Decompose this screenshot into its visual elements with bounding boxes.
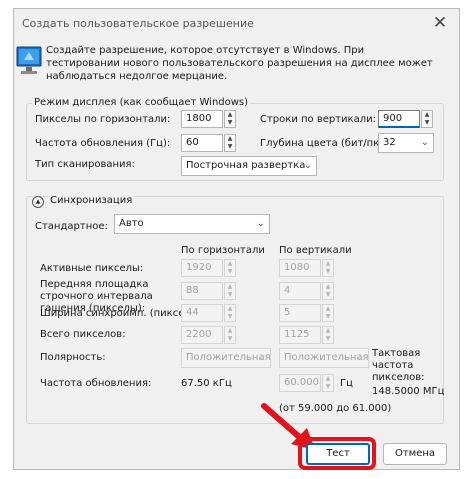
refresh-rate-spinner[interactable]: ▲ ▼	[224, 134, 236, 152]
spin-down-icon[interactable]: ▼	[225, 143, 235, 151]
spin-down-icon[interactable]: ▼	[323, 268, 333, 276]
total-pixels-h-input[interactable]: 2200	[181, 326, 223, 344]
display-mode-group-label: Режим дисплея (как сообщает Windows)	[32, 97, 251, 108]
timing-refresh-label: Частота обновления:	[40, 378, 152, 389]
dialog-description: Создайте разрешение, которое отсутствует…	[46, 45, 433, 82]
sync-width-v-spinner[interactable]: ▲ ▼	[322, 304, 334, 322]
active-pixels-h-spinner[interactable]: ▲ ▼	[224, 259, 236, 277]
vertical-lines-input[interactable]: 900	[378, 110, 420, 128]
active-pixels-label: Активные пикселы:	[40, 263, 144, 274]
horizontal-pixels-input[interactable]: 1800	[181, 110, 223, 128]
front-porch-v-spinner[interactable]: ▲ ▼	[322, 282, 334, 300]
spin-down-icon[interactable]: ▼	[225, 291, 235, 299]
spin-up-icon[interactable]: ▲	[225, 327, 235, 335]
spin-up-icon[interactable]: ▲	[323, 327, 333, 335]
spin-down-icon[interactable]: ▼	[225, 313, 235, 321]
sync-width-h-input[interactable]: 44	[181, 304, 223, 322]
pixel-clock-value: 148.5000 МГц	[372, 386, 445, 397]
scan-type-label: Тип сканирования:	[35, 159, 135, 170]
sync-width-h-spinner[interactable]: ▲ ▼	[224, 304, 236, 322]
close-icon[interactable]: ✕	[429, 13, 451, 33]
column-header-vertical: По вертикали	[279, 245, 352, 256]
active-pixels-v-spinner[interactable]: ▲ ▼	[322, 259, 334, 277]
total-pixels-v-spinner[interactable]: ▲ ▼	[322, 326, 334, 344]
total-pixels-label: Всего пикселов:	[40, 329, 126, 340]
chevron-down-icon: ⌄	[355, 352, 364, 363]
timing-refresh-v-spinner[interactable]: ▲ ▼	[322, 374, 334, 392]
timing-refresh-h-value: 67.50 кГц	[181, 378, 232, 389]
test-button-highlight	[298, 437, 376, 470]
active-pixels-v-input[interactable]: 1080	[279, 259, 321, 277]
color-depth-select[interactable]: 32 ⌄	[378, 133, 434, 153]
collapse-toggle-icon[interactable]: ▲	[32, 196, 44, 208]
spin-up-icon[interactable]: ▲	[225, 135, 235, 143]
spin-up-icon[interactable]: ▲	[225, 111, 235, 119]
spin-down-icon[interactable]: ▼	[323, 313, 333, 321]
spin-down-icon[interactable]: ▼	[323, 335, 333, 343]
front-porch-h-spinner[interactable]: ▲ ▼	[224, 282, 236, 300]
standard-value: Авто	[119, 218, 144, 229]
spin-down-icon[interactable]: ▼	[225, 335, 235, 343]
scan-type-value: Построчная развертка	[186, 160, 306, 171]
standard-select[interactable]: Авто ⌄	[114, 214, 270, 234]
timing-group-label: Синхронизация	[48, 195, 135, 206]
front-porch-h-input[interactable]: 88	[181, 282, 223, 300]
refresh-rate-input[interactable]: 60	[181, 134, 223, 152]
dialog-title: Создать пользовательское разрешение	[22, 17, 254, 30]
spin-up-icon[interactable]: ▲	[323, 283, 333, 291]
spin-down-icon[interactable]: ▼	[422, 119, 432, 127]
chevron-down-icon: ⌄	[303, 160, 312, 171]
chevron-down-icon: ⌄	[257, 352, 266, 363]
cancel-button[interactable]: Отмена	[383, 443, 447, 465]
total-pixels-h-spinner[interactable]: ▲ ▼	[224, 326, 236, 344]
polarity-v-select[interactable]: Положительная ⌄	[279, 348, 369, 368]
standard-label: Стандартное:	[35, 221, 108, 232]
active-pixels-h-input[interactable]: 1920	[181, 259, 223, 277]
spin-down-icon[interactable]: ▼	[225, 268, 235, 276]
color-depth-value: 32	[383, 137, 396, 148]
scan-type-select[interactable]: Построчная развертка ⌄	[181, 156, 317, 176]
spin-up-icon[interactable]: ▲	[323, 305, 333, 313]
total-pixels-v-input[interactable]: 1125	[279, 326, 321, 344]
chevron-down-icon: ⌄	[256, 218, 265, 229]
refresh-rate-label: Частота обновления (Гц):	[35, 138, 171, 149]
horizontal-pixels-spinner[interactable]: ▲ ▼	[224, 110, 236, 128]
chevron-down-icon: ⌄	[420, 137, 429, 148]
polarity-label: Полярность:	[40, 352, 106, 363]
polarity-h-select[interactable]: Положительная ⌄	[181, 348, 271, 368]
monitor-icon	[16, 46, 42, 74]
spin-down-icon[interactable]: ▼	[225, 119, 235, 127]
front-porch-v-input[interactable]: 4	[279, 282, 321, 300]
spin-down-icon[interactable]: ▼	[323, 291, 333, 299]
timing-refresh-v-input[interactable]: 60.000	[279, 374, 321, 392]
spin-down-icon[interactable]: ▼	[323, 383, 333, 391]
spin-up-icon[interactable]: ▲	[323, 375, 333, 383]
title-bar: Создать пользовательское разрешение ✕	[14, 9, 459, 39]
pixel-clock-label: Тактовая частота пикселов:	[372, 348, 425, 383]
spin-up-icon[interactable]: ▲	[225, 305, 235, 313]
column-header-horizontal: По горизонтали	[181, 245, 265, 256]
vertical-lines-spinner[interactable]: ▲ ▼	[421, 110, 433, 128]
color-depth-label: Глубина цвета (бит/пкс):	[260, 138, 393, 149]
sync-width-v-input[interactable]: 5	[279, 304, 321, 322]
spin-up-icon[interactable]: ▲	[225, 283, 235, 291]
spin-up-icon[interactable]: ▲	[225, 260, 235, 268]
timing-refresh-v-unit: Гц	[340, 378, 353, 389]
horizontal-pixels-label: Пикселы по горизонтали:	[35, 114, 171, 125]
spin-up-icon[interactable]: ▲	[422, 111, 432, 119]
vertical-lines-label: Строки по вертикали:	[260, 114, 376, 125]
spin-up-icon[interactable]: ▲	[323, 260, 333, 268]
